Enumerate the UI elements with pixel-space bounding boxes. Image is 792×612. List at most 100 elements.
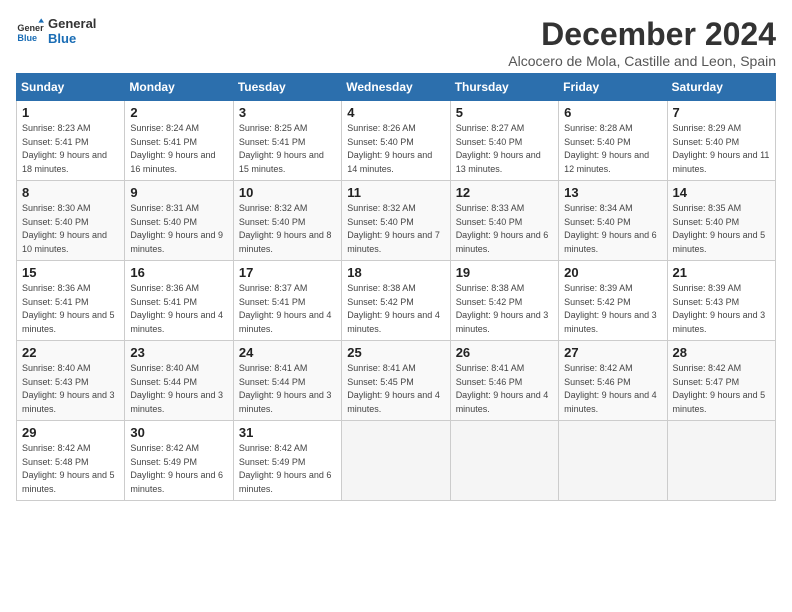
day-info: Sunrise: 8:31 AMSunset: 5:40 PMDaylight:…	[130, 202, 227, 256]
day-info: Sunrise: 8:30 AMSunset: 5:40 PMDaylight:…	[22, 202, 119, 256]
day-info: Sunrise: 8:40 AMSunset: 5:44 PMDaylight:…	[130, 362, 227, 416]
header-row: Sunday Monday Tuesday Wednesday Thursday…	[17, 74, 776, 101]
month-title: December 2024	[508, 16, 776, 53]
table-row: 17 Sunrise: 8:37 AMSunset: 5:41 PMDaylig…	[233, 261, 341, 341]
calendar-week-4: 22 Sunrise: 8:40 AMSunset: 5:43 PMDaylig…	[17, 341, 776, 421]
day-number: 30	[130, 425, 227, 440]
day-info: Sunrise: 8:29 AMSunset: 5:40 PMDaylight:…	[673, 122, 770, 176]
table-row: 20 Sunrise: 8:39 AMSunset: 5:42 PMDaylig…	[559, 261, 667, 341]
day-number: 25	[347, 345, 444, 360]
day-info: Sunrise: 8:32 AMSunset: 5:40 PMDaylight:…	[347, 202, 444, 256]
day-number: 1	[22, 105, 119, 120]
table-row: 16 Sunrise: 8:36 AMSunset: 5:41 PMDaylig…	[125, 261, 233, 341]
day-info: Sunrise: 8:41 AMSunset: 5:46 PMDaylight:…	[456, 362, 553, 416]
day-info: Sunrise: 8:27 AMSunset: 5:40 PMDaylight:…	[456, 122, 553, 176]
day-info: Sunrise: 8:33 AMSunset: 5:40 PMDaylight:…	[456, 202, 553, 256]
table-row: 22 Sunrise: 8:40 AMSunset: 5:43 PMDaylig…	[17, 341, 125, 421]
day-number: 21	[673, 265, 770, 280]
svg-text:General: General	[17, 23, 44, 33]
table-row: 25 Sunrise: 8:41 AMSunset: 5:45 PMDaylig…	[342, 341, 450, 421]
day-info: Sunrise: 8:41 AMSunset: 5:45 PMDaylight:…	[347, 362, 444, 416]
day-info: Sunrise: 8:32 AMSunset: 5:40 PMDaylight:…	[239, 202, 336, 256]
col-friday: Friday	[559, 74, 667, 101]
table-row: 3 Sunrise: 8:25 AMSunset: 5:41 PMDayligh…	[233, 101, 341, 181]
logo-blue: Blue	[48, 31, 96, 46]
day-info: Sunrise: 8:36 AMSunset: 5:41 PMDaylight:…	[130, 282, 227, 336]
day-number: 27	[564, 345, 661, 360]
day-info: Sunrise: 8:28 AMSunset: 5:40 PMDaylight:…	[564, 122, 661, 176]
table-row: 30 Sunrise: 8:42 AMSunset: 5:49 PMDaylig…	[125, 421, 233, 501]
table-row: 19 Sunrise: 8:38 AMSunset: 5:42 PMDaylig…	[450, 261, 558, 341]
day-number: 17	[239, 265, 336, 280]
day-number: 26	[456, 345, 553, 360]
table-row	[559, 421, 667, 501]
day-info: Sunrise: 8:36 AMSunset: 5:41 PMDaylight:…	[22, 282, 119, 336]
day-number: 28	[673, 345, 770, 360]
day-number: 11	[347, 185, 444, 200]
day-number: 2	[130, 105, 227, 120]
day-info: Sunrise: 8:42 AMSunset: 5:48 PMDaylight:…	[22, 442, 119, 496]
day-number: 6	[564, 105, 661, 120]
day-number: 31	[239, 425, 336, 440]
table-row: 9 Sunrise: 8:31 AMSunset: 5:40 PMDayligh…	[125, 181, 233, 261]
table-row: 11 Sunrise: 8:32 AMSunset: 5:40 PMDaylig…	[342, 181, 450, 261]
day-info: Sunrise: 8:35 AMSunset: 5:40 PMDaylight:…	[673, 202, 770, 256]
day-info: Sunrise: 8:40 AMSunset: 5:43 PMDaylight:…	[22, 362, 119, 416]
calendar-table: Sunday Monday Tuesday Wednesday Thursday…	[16, 73, 776, 501]
day-info: Sunrise: 8:41 AMSunset: 5:44 PMDaylight:…	[239, 362, 336, 416]
day-info: Sunrise: 8:38 AMSunset: 5:42 PMDaylight:…	[456, 282, 553, 336]
day-number: 10	[239, 185, 336, 200]
day-info: Sunrise: 8:42 AMSunset: 5:49 PMDaylight:…	[239, 442, 336, 496]
day-number: 22	[22, 345, 119, 360]
table-row	[667, 421, 775, 501]
col-wednesday: Wednesday	[342, 74, 450, 101]
day-number: 4	[347, 105, 444, 120]
day-number: 23	[130, 345, 227, 360]
day-number: 15	[22, 265, 119, 280]
svg-text:Blue: Blue	[17, 33, 37, 43]
table-row: 15 Sunrise: 8:36 AMSunset: 5:41 PMDaylig…	[17, 261, 125, 341]
table-row: 28 Sunrise: 8:42 AMSunset: 5:47 PMDaylig…	[667, 341, 775, 421]
day-info: Sunrise: 8:39 AMSunset: 5:42 PMDaylight:…	[564, 282, 661, 336]
day-number: 5	[456, 105, 553, 120]
day-number: 16	[130, 265, 227, 280]
day-number: 20	[564, 265, 661, 280]
day-info: Sunrise: 8:25 AMSunset: 5:41 PMDaylight:…	[239, 122, 336, 176]
col-monday: Monday	[125, 74, 233, 101]
day-info: Sunrise: 8:42 AMSunset: 5:46 PMDaylight:…	[564, 362, 661, 416]
day-info: Sunrise: 8:24 AMSunset: 5:41 PMDaylight:…	[130, 122, 227, 176]
table-row: 18 Sunrise: 8:38 AMSunset: 5:42 PMDaylig…	[342, 261, 450, 341]
col-thursday: Thursday	[450, 74, 558, 101]
location-title: Alcocero de Mola, Castille and Leon, Spa…	[508, 53, 776, 69]
table-row	[450, 421, 558, 501]
day-number: 9	[130, 185, 227, 200]
table-row: 27 Sunrise: 8:42 AMSunset: 5:46 PMDaylig…	[559, 341, 667, 421]
day-info: Sunrise: 8:39 AMSunset: 5:43 PMDaylight:…	[673, 282, 770, 336]
day-number: 29	[22, 425, 119, 440]
calendar-week-5: 29 Sunrise: 8:42 AMSunset: 5:48 PMDaylig…	[17, 421, 776, 501]
day-number: 24	[239, 345, 336, 360]
day-number: 19	[456, 265, 553, 280]
day-info: Sunrise: 8:42 AMSunset: 5:49 PMDaylight:…	[130, 442, 227, 496]
table-row: 31 Sunrise: 8:42 AMSunset: 5:49 PMDaylig…	[233, 421, 341, 501]
col-sunday: Sunday	[17, 74, 125, 101]
table-row: 7 Sunrise: 8:29 AMSunset: 5:40 PMDayligh…	[667, 101, 775, 181]
col-saturday: Saturday	[667, 74, 775, 101]
table-row: 8 Sunrise: 8:30 AMSunset: 5:40 PMDayligh…	[17, 181, 125, 261]
col-tuesday: Tuesday	[233, 74, 341, 101]
day-number: 18	[347, 265, 444, 280]
table-row: 29 Sunrise: 8:42 AMSunset: 5:48 PMDaylig…	[17, 421, 125, 501]
day-info: Sunrise: 8:38 AMSunset: 5:42 PMDaylight:…	[347, 282, 444, 336]
day-number: 13	[564, 185, 661, 200]
day-number: 7	[673, 105, 770, 120]
day-info: Sunrise: 8:26 AMSunset: 5:40 PMDaylight:…	[347, 122, 444, 176]
table-row: 12 Sunrise: 8:33 AMSunset: 5:40 PMDaylig…	[450, 181, 558, 261]
calendar-week-2: 8 Sunrise: 8:30 AMSunset: 5:40 PMDayligh…	[17, 181, 776, 261]
day-info: Sunrise: 8:23 AMSunset: 5:41 PMDaylight:…	[22, 122, 119, 176]
table-row: 23 Sunrise: 8:40 AMSunset: 5:44 PMDaylig…	[125, 341, 233, 421]
table-row: 24 Sunrise: 8:41 AMSunset: 5:44 PMDaylig…	[233, 341, 341, 421]
table-row: 5 Sunrise: 8:27 AMSunset: 5:40 PMDayligh…	[450, 101, 558, 181]
day-info: Sunrise: 8:34 AMSunset: 5:40 PMDaylight:…	[564, 202, 661, 256]
header: General Blue General Blue December 2024 …	[16, 16, 776, 69]
table-row: 6 Sunrise: 8:28 AMSunset: 5:40 PMDayligh…	[559, 101, 667, 181]
